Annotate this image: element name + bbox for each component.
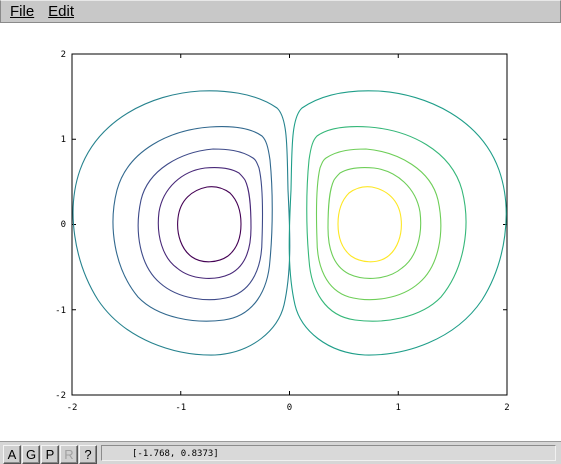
xtick-label: -2 [67,403,78,413]
pan-button[interactable]: P [41,445,59,464]
ytick-label: 1 [61,135,66,145]
menu-edit[interactable]: Edit [39,3,79,20]
contour-plot: -2 -1 0 1 2 2 1 0 -1 -2 [55,50,510,413]
grid-toggle-button[interactable]: G [22,445,40,464]
menu-bar: File Edit [0,0,561,23]
rotate-button[interactable]: R [60,445,78,464]
xtick-label: 0 [287,403,292,413]
status-toolbar: A G P R ? [-1.768, 0.8373] [0,441,561,464]
autoscale-button[interactable]: A [3,445,21,464]
ytick-label: -2 [55,391,66,401]
help-button[interactable]: ? [79,445,97,464]
octave-figure-window: File Edit -2 -1 0 1 2 2 1 0 -1 -2 A G P … [0,0,561,464]
xtick-label: 2 [504,403,509,413]
coordinate-readout: [-1.768, 0.8373] [101,445,556,461]
xtick-label: -1 [175,403,186,413]
ytick-label: -1 [55,306,66,316]
xtick-label: 1 [396,403,401,413]
menu-file-label: File [10,3,35,20]
ytick-label: 0 [61,220,66,230]
plot-area[interactable]: -2 -1 0 1 2 2 1 0 -1 -2 [0,23,561,440]
menu-file[interactable]: File [1,3,39,20]
ytick-label: 2 [61,50,66,60]
menu-edit-label: Edit [48,3,75,20]
